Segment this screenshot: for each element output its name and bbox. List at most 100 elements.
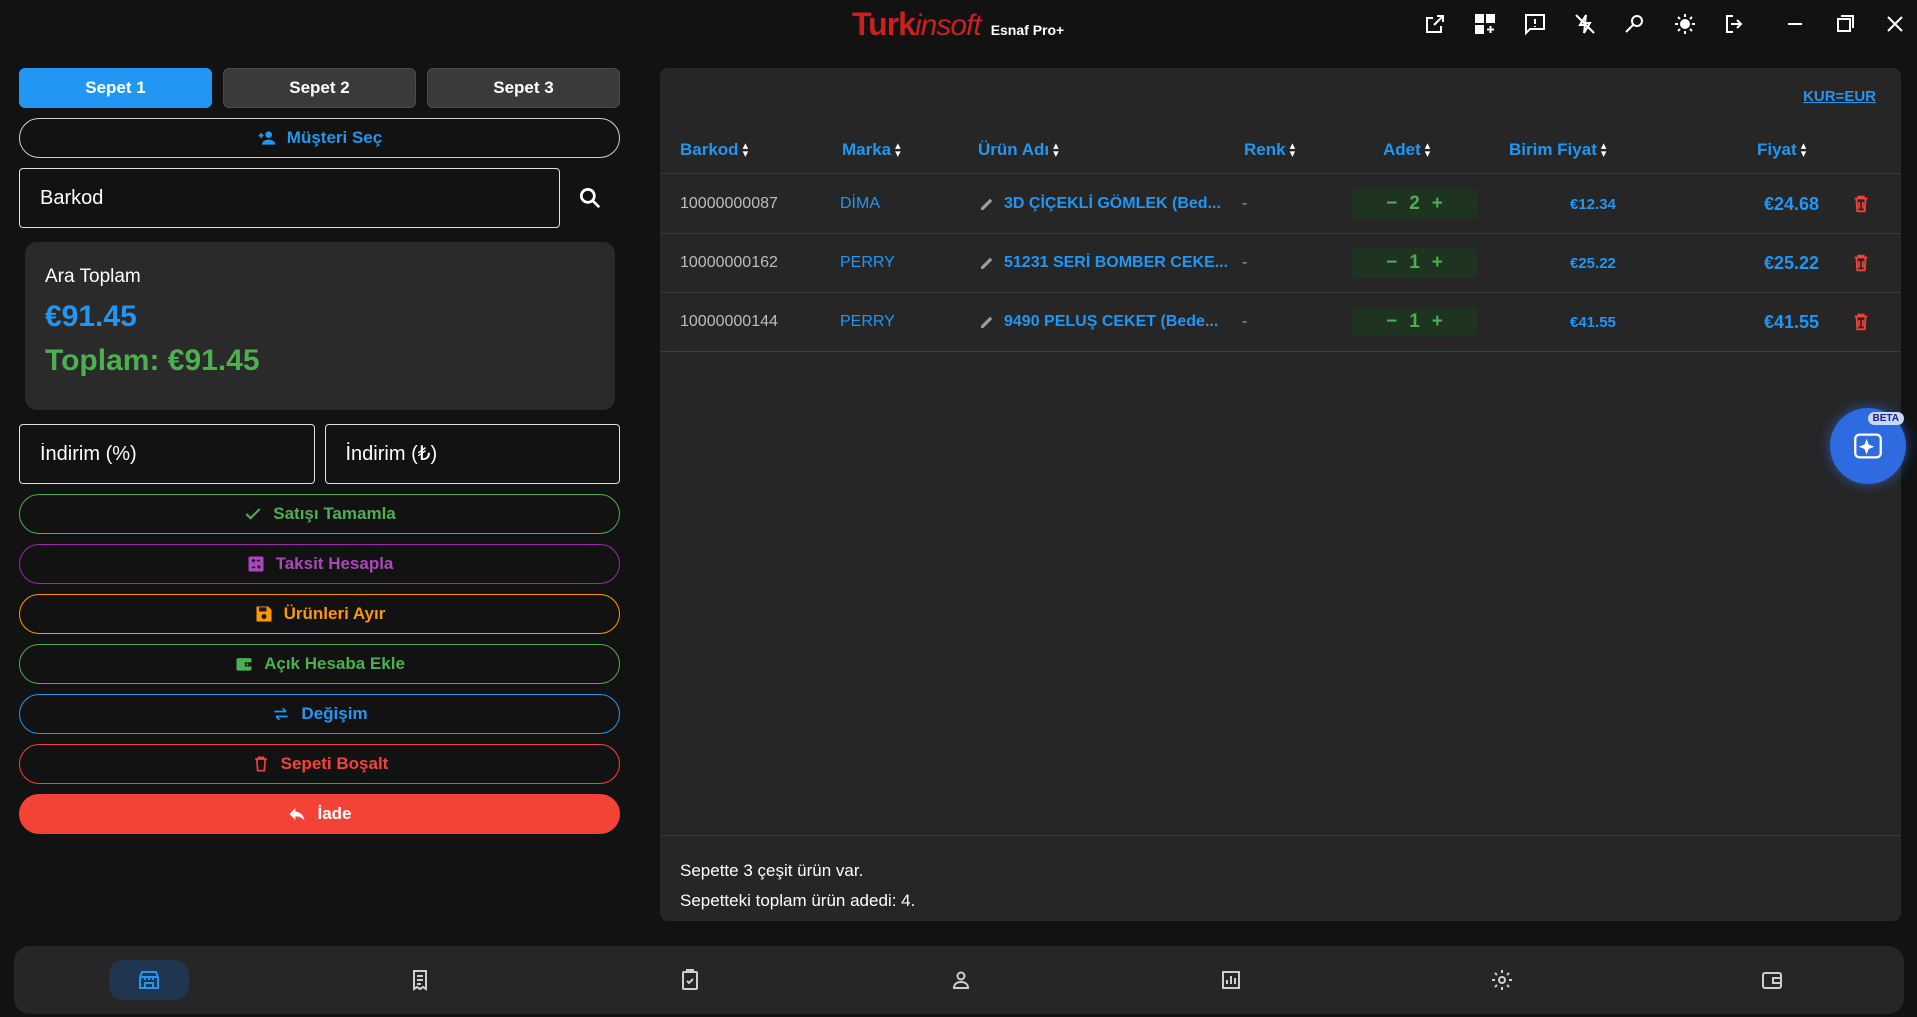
open-account-label: Açık Hesaba Ekle [264, 654, 405, 673]
cell-marka: PERRY [840, 254, 895, 271]
nav-customers[interactable] [921, 960, 1001, 1000]
exchange-label: Değişim [301, 704, 368, 723]
logout-icon[interactable] [1710, 10, 1760, 38]
save-icon [256, 606, 272, 622]
clear-cart-button[interactable]: Sepeti Boşalt [19, 744, 620, 784]
flash-off-icon[interactable] [1560, 10, 1610, 38]
close-icon[interactable] [1870, 10, 1917, 38]
quantity-value: 1 [1409, 311, 1420, 332]
search-icon[interactable] [560, 168, 620, 228]
currency-link[interactable]: KUR=EUR [1803, 88, 1876, 105]
cell-barkod: 10000000144 [680, 313, 778, 330]
header-marka-label: Marka [842, 140, 892, 159]
installment-button[interactable]: Taksit Hesapla [19, 544, 620, 584]
sort-icon: ▴ ▾ [1053, 140, 1059, 160]
cell-birim-fiyat: €12.34 [1570, 195, 1616, 213]
search-person-icon[interactable] [1610, 10, 1660, 38]
edit-icon [981, 257, 993, 269]
header-fiyat-label: Fiyat [1757, 140, 1797, 159]
calculator-icon [248, 556, 264, 572]
minus-icon[interactable]: − [1386, 311, 1397, 333]
nav-wallet[interactable] [1732, 960, 1812, 1000]
complete-sale-label: Satışı Tamamla [273, 504, 396, 523]
quantity-stepper: − 1 + [1352, 248, 1477, 278]
minimize-icon[interactable] [1770, 10, 1820, 38]
maximize-icon[interactable] [1820, 10, 1870, 38]
person-add-icon [258, 131, 276, 145]
plus-icon[interactable]: + [1432, 252, 1443, 274]
open-external-icon[interactable] [1410, 10, 1460, 38]
store-icon [139, 971, 159, 989]
reserve-products-button[interactable]: Ürünleri Ayır [19, 594, 620, 634]
cart-tabs: Sepet 1 Sepet 2 Sepet 3 [19, 68, 620, 108]
delete-icon[interactable] [1850, 293, 1872, 351]
header-barkod[interactable]: Barkod ▴ ▾ [680, 140, 748, 160]
header-birim-fiyat[interactable]: Birim Fiyat ▴ ▾ [1509, 140, 1606, 160]
bottom-nav [14, 946, 1904, 1014]
minus-icon[interactable]: − [1386, 252, 1397, 274]
delete-icon[interactable] [1850, 234, 1872, 292]
cart-footer: Sepette 3 çeşit ürün var. Sepetteki topl… [660, 835, 1901, 921]
plus-icon[interactable]: + [1432, 193, 1443, 215]
receipt-icon [413, 970, 427, 991]
ai-assistant-button[interactable]: BETA [1830, 408, 1906, 484]
barcode-input[interactable] [19, 168, 560, 228]
app-edition: Esnaf Pro+ [990, 22, 1065, 38]
header-birim-label: Birim Fiyat [1509, 140, 1597, 159]
sort-icon: ▴ ▾ [1424, 140, 1431, 160]
installment-label: Taksit Hesapla [275, 554, 394, 573]
header-fiyat[interactable]: Fiyat ▴ ▾ [1757, 140, 1806, 160]
nav-store[interactable] [109, 960, 189, 1000]
cell-barkod: 10000000162 [680, 254, 778, 271]
nav-receipts[interactable] [380, 960, 460, 1000]
quantity-value: 2 [1409, 193, 1420, 214]
refund-button[interactable]: İade [19, 794, 620, 834]
product-name: 3D ÇİÇEKLİ GÖMLEK (Bed... [1004, 195, 1221, 212]
header-urun-label: Ürün Adı [978, 140, 1050, 159]
delete-icon[interactable] [1850, 175, 1872, 233]
cell-renk: - [1242, 195, 1248, 212]
header-adet-label: Adet [1383, 140, 1421, 159]
header-adet[interactable]: Adet ▴ ▾ [1383, 140, 1430, 160]
cart-panel: KUR=EUR Barkod ▴ ▾ Marka ▴ ▾ Ürün Adı ▴ ▾ Renk… [660, 68, 1901, 921]
exchange-button[interactable]: Değişim [19, 694, 620, 734]
header-marka[interactable]: Marka ▴ ▾ [842, 140, 901, 160]
header-renk-label: Renk [1244, 140, 1286, 159]
edit-icon [981, 198, 993, 210]
add-widget-icon[interactable] [1460, 10, 1510, 38]
cell-fiyat: €24.68 [1764, 193, 1820, 214]
total-quantity-text: Sepetteki toplam ürün adedi: 4. [680, 891, 916, 910]
title-bar: Turk insoft Esnaf Pro+ [0, 0, 1917, 48]
select-customer-label: Müşteri Seç [286, 128, 383, 147]
minus-icon[interactable]: − [1386, 193, 1397, 215]
reply-icon [289, 808, 305, 821]
header-renk[interactable]: Renk ▴ ▾ [1244, 140, 1295, 160]
complete-sale-button[interactable]: Satışı Tamamla [19, 494, 620, 534]
cart-rows: 10000000087 DİMA 3D ÇİÇEKLİ GÖMLEK (Bed.… [660, 175, 1901, 352]
total-value: Toplam: €91.45 [45, 344, 260, 377]
app-logo: Turk insoft Esnaf Pro+ [852, 6, 1064, 43]
edit-icon [981, 316, 993, 328]
discount-percent-input[interactable] [19, 424, 315, 484]
nav-settings[interactable] [1462, 960, 1542, 1000]
cell-adet: − 1 + [1352, 293, 1477, 351]
tab-sepet-1[interactable]: Sepet 1 [19, 68, 212, 108]
nav-reports[interactable] [1191, 960, 1271, 1000]
feedback-icon[interactable] [1510, 10, 1560, 38]
cell-urun[interactable]: 9490 PELUŞ CEKET (Bede... [978, 293, 1238, 351]
open-account-button[interactable]: Açık Hesaba Ekle [19, 644, 620, 684]
nav-tasks[interactable] [650, 960, 730, 1000]
header-urun[interactable]: Ürün Adı ▴ ▾ [978, 140, 1059, 160]
brightness-icon[interactable] [1660, 10, 1710, 38]
plus-icon[interactable]: + [1432, 311, 1443, 333]
tab-sepet-3[interactable]: Sepet 3 [427, 68, 620, 108]
table-row: 10000000162 PERRY 51231 SERİ BOMBER CEKE… [660, 234, 1901, 293]
cell-renk: - [1242, 254, 1248, 271]
select-customer-button[interactable]: Müşteri Seç [19, 118, 620, 158]
tab-sepet-2[interactable]: Sepet 2 [223, 68, 416, 108]
cell-urun[interactable]: 51231 SERİ BOMBER CEKE... [978, 234, 1238, 292]
cell-urun[interactable]: 3D ÇİÇEKLİ GÖMLEK (Bed... [978, 175, 1238, 233]
settings-icon [1492, 970, 1512, 990]
cell-birim-fiyat: €41.55 [1570, 313, 1616, 331]
discount-amount-input[interactable] [324, 424, 620, 484]
